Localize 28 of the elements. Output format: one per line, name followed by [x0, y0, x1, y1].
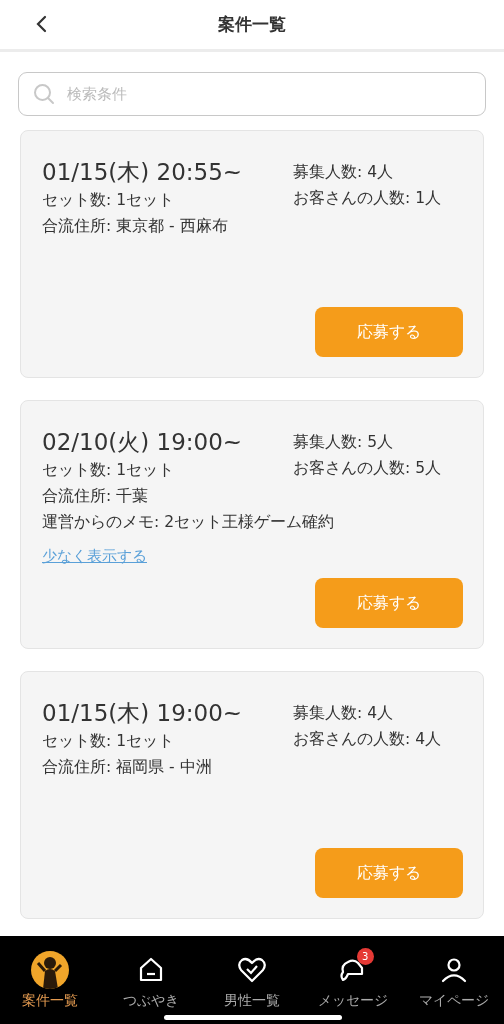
tab-item[interactable]: つぶやき: [101, 950, 202, 1024]
recruit-count: 募集人数: 4人: [293, 162, 394, 183]
heart-check-icon: [237, 956, 267, 984]
meeting-address: 合流住所: 福岡県 - 中洲: [42, 757, 213, 778]
tab-item[interactable]: 男性一覧: [202, 950, 302, 1024]
person-icon: [439, 956, 468, 984]
set-count: セット数: 1セット: [42, 190, 175, 211]
page-title: 案件一覧: [218, 13, 286, 36]
set-count: セット数: 1セット: [42, 460, 175, 481]
search-field[interactable]: 検索条件: [18, 72, 486, 116]
set-count: セット数: 1セット: [42, 731, 175, 752]
meeting-address: 合流住所: 千葉: [42, 486, 150, 507]
tab-item[interactable]: 3 メッセージ: [302, 950, 403, 1024]
tab-item[interactable]: マイページ: [403, 950, 504, 1024]
memo-text: 運営からのメモ: 2セット王様ゲーム確約: [42, 512, 334, 533]
search-icon: [32, 82, 56, 106]
guest-count: お客さんの人数: 1人: [293, 188, 442, 209]
date-time: 02/10(火) 19:00~: [42, 428, 243, 457]
meeting-address: 合流住所: 東京都 - 西麻布: [42, 216, 229, 237]
unread-badge: 3: [356, 948, 374, 965]
date-time: 01/15(木) 19:00~: [42, 699, 243, 728]
date-time: 01/15(木) 20:55~: [42, 158, 243, 187]
recruit-count: 募集人数: 4人: [293, 703, 394, 724]
tab-item[interactable]: 案件一覧: [0, 950, 101, 1024]
back-icon[interactable]: [34, 14, 48, 34]
guest-count: お客さんの人数: 5人: [293, 458, 442, 479]
recruit-count: 募集人数: 5人: [293, 432, 394, 453]
guest-count: お客さんの人数: 4人: [293, 729, 442, 750]
